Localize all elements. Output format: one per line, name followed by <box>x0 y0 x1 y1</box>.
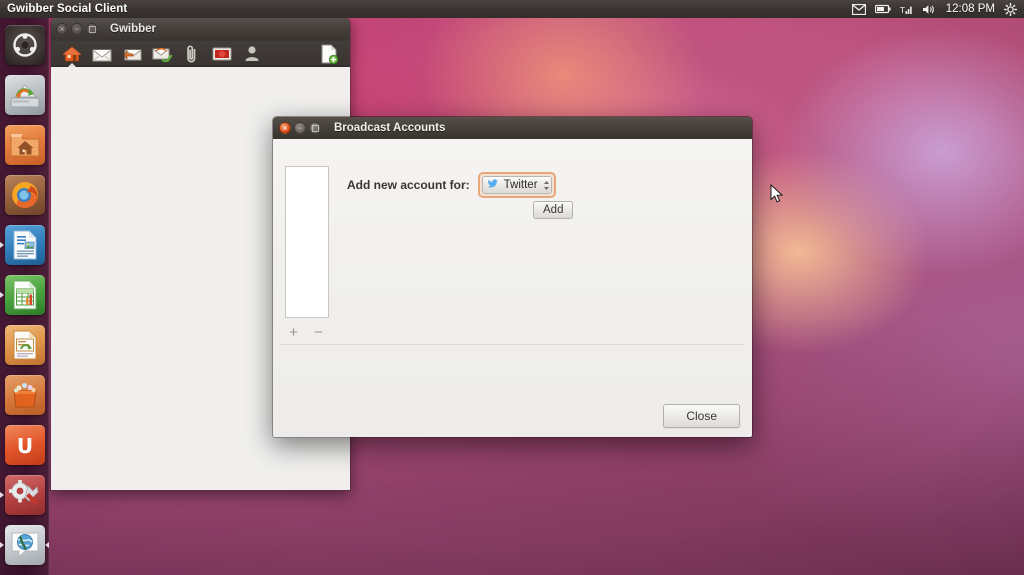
launcher-item-workspace-switcher[interactable] <box>0 570 49 575</box>
chevron-updown-icon <box>543 180 550 191</box>
images-button[interactable] <box>207 42 237 66</box>
accounts-list-toolbar: + − <box>287 325 325 340</box>
launcher-item-ubuntu-help[interactable] <box>0 520 49 570</box>
gear-icon[interactable] <box>1004 2 1017 16</box>
network-signal-icon[interactable]: T <box>900 4 913 15</box>
libreoffice-calc-icon <box>4 275 45 315</box>
add-button[interactable]: Add <box>533 201 574 219</box>
battery-icon[interactable] <box>874 4 891 14</box>
launcher-item-libreoffice-writer[interactable] <box>0 220 49 270</box>
service-select[interactable]: Twitter <box>481 176 552 194</box>
ubuntu-logo-icon <box>4 25 45 65</box>
svg-text:U: U <box>16 434 32 458</box>
svg-text:T: T <box>900 6 905 15</box>
twitter-bird-icon <box>487 178 499 193</box>
panel-app-title[interactable]: Gwibber Social Client <box>7 3 127 15</box>
dialog-minimize-icon[interactable]: − <box>294 122 306 134</box>
launcher-item-system-settings[interactable] <box>0 470 49 520</box>
libreoffice-writer-icon <box>4 225 45 265</box>
launcher-item-firefox[interactable] <box>0 170 49 220</box>
running-indicator-left <box>0 542 4 548</box>
running-indicator-left <box>0 292 4 298</box>
dialog-separator <box>281 344 744 345</box>
launcher-item-libreoffice-calc[interactable] <box>0 270 49 320</box>
home-stream-button[interactable] <box>57 42 87 66</box>
private-button[interactable] <box>177 42 207 66</box>
accounts-list[interactable] <box>285 166 329 318</box>
launcher-item-files[interactable] <box>0 70 49 120</box>
launcher-item-libreoffice-impress[interactable] <box>0 320 49 370</box>
top-panel: Gwibber Social Client T 12:08 PM <box>0 0 1024 18</box>
replies-button[interactable] <box>117 42 147 66</box>
sent-button[interactable] <box>147 42 177 66</box>
ubuntu-one-icon: U <box>4 425 45 465</box>
gwibber-close-icon[interactable]: × <box>56 23 68 35</box>
software-center-icon <box>4 375 45 415</box>
panel-clock[interactable]: 12:08 PM <box>946 3 995 15</box>
remove-account-list-button[interactable]: − <box>312 325 325 340</box>
add-account-label: Add new account for: <box>347 178 470 192</box>
messaging-icon[interactable] <box>851 3 866 15</box>
help-globe-icon <box>4 525 45 565</box>
system-settings-icon <box>4 475 45 515</box>
volume-icon[interactable] <box>922 4 937 15</box>
home-folder-icon <box>4 125 45 165</box>
dialog-body: + − Add new account for: Twitter Add Clo… <box>273 139 752 437</box>
service-select-focus-ring: Twitter <box>477 172 556 198</box>
add-account-form-row: Add new account for: Twitter <box>347 172 556 198</box>
libreoffice-impress-icon <box>4 325 45 365</box>
add-account-list-button[interactable]: + <box>287 325 300 340</box>
gwibber-toolbar <box>51 41 350 67</box>
gwibber-minimize-icon[interactable]: − <box>71 23 83 35</box>
service-select-value: Twitter <box>503 179 538 191</box>
user-button[interactable] <box>237 42 267 66</box>
launcher-item-software-center[interactable] <box>0 370 49 420</box>
new-message-button[interactable] <box>314 42 344 66</box>
dialog-title: Broadcast Accounts <box>334 122 446 134</box>
launcher-item-home-folder[interactable] <box>0 120 49 170</box>
files-drive-icon <box>4 75 45 115</box>
system-tray: T 12:08 PM <box>851 2 1024 16</box>
running-indicator-left <box>0 242 4 248</box>
mouse-cursor <box>770 183 784 207</box>
close-button[interactable]: Close <box>663 404 740 428</box>
dialog-close-icon[interactable]: × <box>279 122 291 134</box>
running-indicator-left <box>0 492 4 498</box>
gwibber-window-title: Gwibber <box>110 23 157 35</box>
unity-launcher: U <box>0 18 49 575</box>
broadcast-accounts-dialog: × − Broadcast Accounts + − Add new accou… <box>272 116 753 438</box>
launcher-item-ubuntu-one[interactable]: U <box>0 420 49 470</box>
gwibber-titlebar[interactable]: × − Gwibber <box>51 18 350 41</box>
dialog-titlebar[interactable]: × − Broadcast Accounts <box>273 117 752 139</box>
messages-button[interactable] <box>87 42 117 66</box>
firefox-icon <box>4 175 45 215</box>
launcher-item-dash-home[interactable] <box>0 20 49 70</box>
focused-indicator-right <box>45 542 49 548</box>
gwibber-maximize-icon[interactable] <box>86 23 98 35</box>
dialog-maximize-icon[interactable] <box>309 122 321 134</box>
